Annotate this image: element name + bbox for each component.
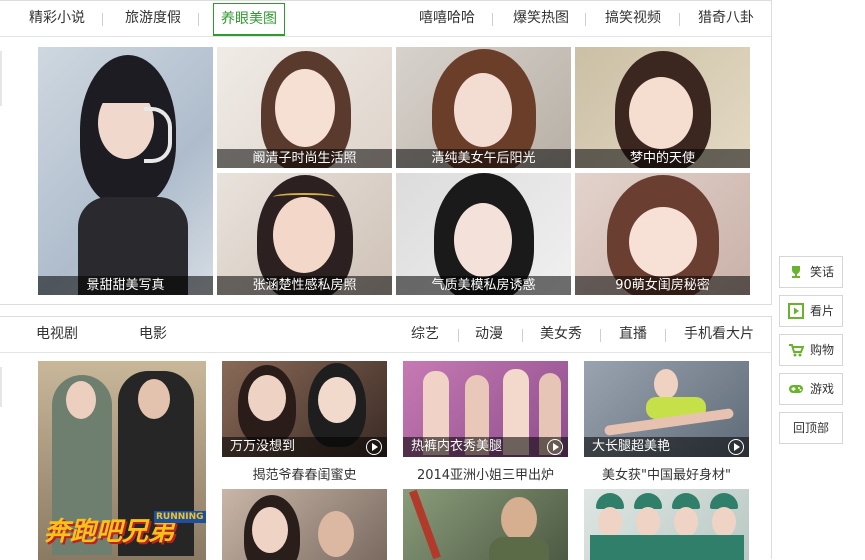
tab-divider bbox=[458, 329, 459, 342]
tab-travel[interactable]: 旅游度假 bbox=[125, 1, 181, 36]
photo-caption: 张涵楚性感私房照 bbox=[217, 276, 392, 295]
tab-divider bbox=[665, 329, 666, 342]
tab-funny-videos[interactable]: 搞笑视频 bbox=[605, 1, 661, 36]
poster-badge: RUNNING MAN bbox=[154, 511, 206, 523]
back-to-top-label: 回顶部 bbox=[792, 421, 829, 435]
video-card[interactable]: 热裤内衣秀美腿 2014亚洲小姐三甲出炉 bbox=[403, 361, 568, 483]
sidebar-videos-label: 看片 bbox=[810, 304, 835, 318]
photo-tile[interactable]: 景甜甜美写真 bbox=[38, 47, 213, 295]
poster-running-man[interactable]: 奔跑吧兄弟 RUNNING MAN bbox=[38, 361, 206, 560]
tab-divider bbox=[522, 329, 523, 342]
video-title[interactable]: 美女获"中国最好身材" bbox=[584, 464, 749, 483]
tab-funny-pics[interactable]: 爆笑热图 bbox=[513, 1, 569, 36]
tab-hehe[interactable]: 嘻嘻哈哈 bbox=[419, 1, 475, 36]
tab-mobile-movies[interactable]: 手机看大片 bbox=[684, 317, 754, 352]
tab-live[interactable]: 直播 bbox=[619, 317, 647, 352]
tab-variety[interactable]: 综艺 bbox=[411, 317, 439, 352]
sidebar-jokes-label: 笑话 bbox=[810, 265, 835, 279]
scroll-edge bbox=[0, 51, 2, 106]
video-overlay-label: 热裤内衣秀美腿 bbox=[403, 437, 568, 457]
video-thumbnail[interactable] bbox=[584, 489, 749, 560]
tab-divider bbox=[679, 13, 680, 26]
video-thumbnail[interactable] bbox=[222, 489, 387, 560]
tab-novels[interactable]: 精彩小说 bbox=[29, 1, 85, 36]
video-tab-bar: 电视剧 电影 综艺 动漫 美女秀 直播 手机看大片 bbox=[0, 317, 771, 353]
video-title[interactable]: 揭范爷春春闺蜜史 bbox=[222, 464, 387, 483]
photo-tile[interactable]: 清纯美女午后阳光 bbox=[396, 47, 571, 168]
sidebar-games-label: 游戏 bbox=[810, 382, 835, 396]
gamepad-icon bbox=[789, 385, 803, 393]
trophy-icon bbox=[792, 266, 800, 278]
play-icon bbox=[788, 303, 804, 319]
cart-icon bbox=[789, 344, 804, 357]
tab-divider bbox=[102, 13, 103, 26]
tab-anime[interactable]: 动漫 bbox=[475, 317, 503, 352]
video-card[interactable]: 万万没想到 揭范爷春春闺蜜史 bbox=[222, 361, 387, 483]
video-panel: 电视剧 电影 综艺 动漫 美女秀 直播 手机看大片 奔跑吧兄弟 RUNNING … bbox=[0, 316, 772, 560]
video-title[interactable]: 2014亚洲小姐三甲出炉 bbox=[403, 464, 568, 483]
scroll-edge bbox=[0, 367, 2, 407]
video-thumbnail[interactable] bbox=[403, 489, 568, 560]
play-icon bbox=[728, 439, 744, 455]
gallery-tab-bar: 精彩小说 旅游度假 养眼美图 嘻嘻哈哈 爆笑热图 搞笑视频 猎奇八卦 bbox=[0, 1, 771, 37]
photo-caption: 景甜甜美写真 bbox=[38, 276, 213, 295]
tab-divider bbox=[600, 329, 601, 342]
photo-tile[interactable]: 气质美模私房诱惑 bbox=[396, 173, 571, 295]
tab-beauty-pics[interactable]: 养眼美图 bbox=[213, 3, 285, 36]
photo-tile[interactable]: 梦中的天使 bbox=[575, 47, 750, 168]
tab-movies[interactable]: 电影 bbox=[139, 317, 167, 352]
photo-gallery-panel: 精彩小说 旅游度假 养眼美图 嘻嘻哈哈 爆笑热图 搞笑视频 猎奇八卦 景甜甜美写… bbox=[0, 0, 772, 305]
tab-beauty-show[interactable]: 美女秀 bbox=[540, 317, 582, 352]
video-overlay-label: 万万没想到 bbox=[222, 437, 387, 457]
sidebar-shopping-button[interactable]: 购物 bbox=[779, 334, 843, 366]
video-overlay-label: 大长腿超美艳 bbox=[584, 437, 749, 457]
tab-tv-series[interactable]: 电视剧 bbox=[36, 317, 78, 352]
photo-tile[interactable]: 阚清子时尚生活照 bbox=[217, 47, 392, 168]
photo-caption: 梦中的天使 bbox=[575, 149, 750, 168]
photo-caption: 气质美模私房诱惑 bbox=[396, 276, 571, 295]
tab-gossip[interactable]: 猎奇八卦 bbox=[698, 1, 754, 36]
sidebar-shopping-label: 购物 bbox=[810, 343, 835, 357]
tab-divider bbox=[198, 13, 199, 26]
sidebar-videos-button[interactable]: 看片 bbox=[779, 295, 843, 327]
photo-caption: 清纯美女午后阳光 bbox=[396, 149, 571, 168]
play-icon bbox=[547, 439, 563, 455]
tab-divider bbox=[585, 13, 586, 26]
sidebar-jokes-button[interactable]: 笑话 bbox=[779, 256, 843, 288]
back-to-top-button[interactable]: 回顶部 bbox=[779, 412, 843, 444]
sidebar-games-button[interactable]: 游戏 bbox=[779, 373, 843, 405]
photo-caption: 90萌女闺房秘密 bbox=[575, 276, 750, 295]
play-icon bbox=[366, 439, 382, 455]
video-card[interactable]: 大长腿超美艳 美女获"中国最好身材" bbox=[584, 361, 749, 483]
tab-divider bbox=[492, 13, 493, 26]
photo-tile[interactable]: 张涵楚性感私房照 bbox=[217, 173, 392, 295]
photo-caption: 阚清子时尚生活照 bbox=[217, 149, 392, 168]
photo-tile[interactable]: 90萌女闺房秘密 bbox=[575, 173, 750, 295]
